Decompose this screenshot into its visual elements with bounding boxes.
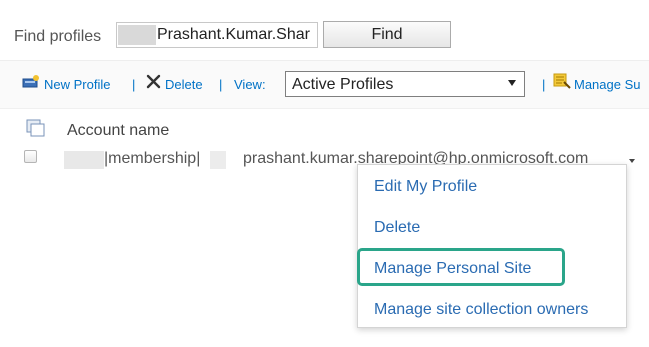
delete-x-icon[interactable]: [146, 74, 161, 94]
redacted-account: [64, 151, 104, 169]
manage-sub-button[interactable]: Manage Su: [574, 77, 641, 92]
account-fragment: |membership|: [104, 150, 201, 167]
account-name-header[interactable]: Account name: [67, 122, 169, 140]
toolbar-separator: |: [542, 77, 546, 92]
menu-item-edit-my-profile[interactable]: Edit My Profile: [374, 178, 477, 196]
chevron-down-icon[interactable]: [629, 159, 635, 163]
page: Find profiles Find New Profile | Delete …: [0, 0, 649, 347]
menu-item-delete[interactable]: Delete: [374, 219, 420, 237]
menu-item-manage-site-collection-owners[interactable]: Manage site collection owners: [374, 301, 588, 319]
manage-sub-icon[interactable]: [553, 73, 571, 94]
toolbar-separator: |: [219, 77, 223, 92]
redacted-account: [210, 151, 226, 169]
find-button[interactable]: Find: [323, 21, 451, 48]
new-profile-icon[interactable]: [22, 74, 40, 93]
context-menu: Edit My Profile Delete Manage Personal S…: [357, 164, 627, 328]
select-all-icon[interactable]: [26, 119, 46, 142]
find-profiles-label: Find profiles: [14, 28, 102, 45]
redacted-prefix: [118, 25, 156, 45]
menu-item-manage-personal-site[interactable]: Manage Personal Site: [374, 260, 531, 278]
toolbar-separator: |: [132, 77, 136, 92]
view-select-value: Active Profiles: [292, 76, 394, 93]
view-label: View:: [234, 77, 266, 92]
delete-button[interactable]: Delete: [165, 77, 203, 92]
view-select[interactable]: Active Profiles: [285, 71, 525, 97]
row-checkbox[interactable]: [24, 150, 37, 163]
chevron-down-icon: [508, 80, 516, 86]
new-profile-button[interactable]: New Profile: [44, 77, 110, 92]
